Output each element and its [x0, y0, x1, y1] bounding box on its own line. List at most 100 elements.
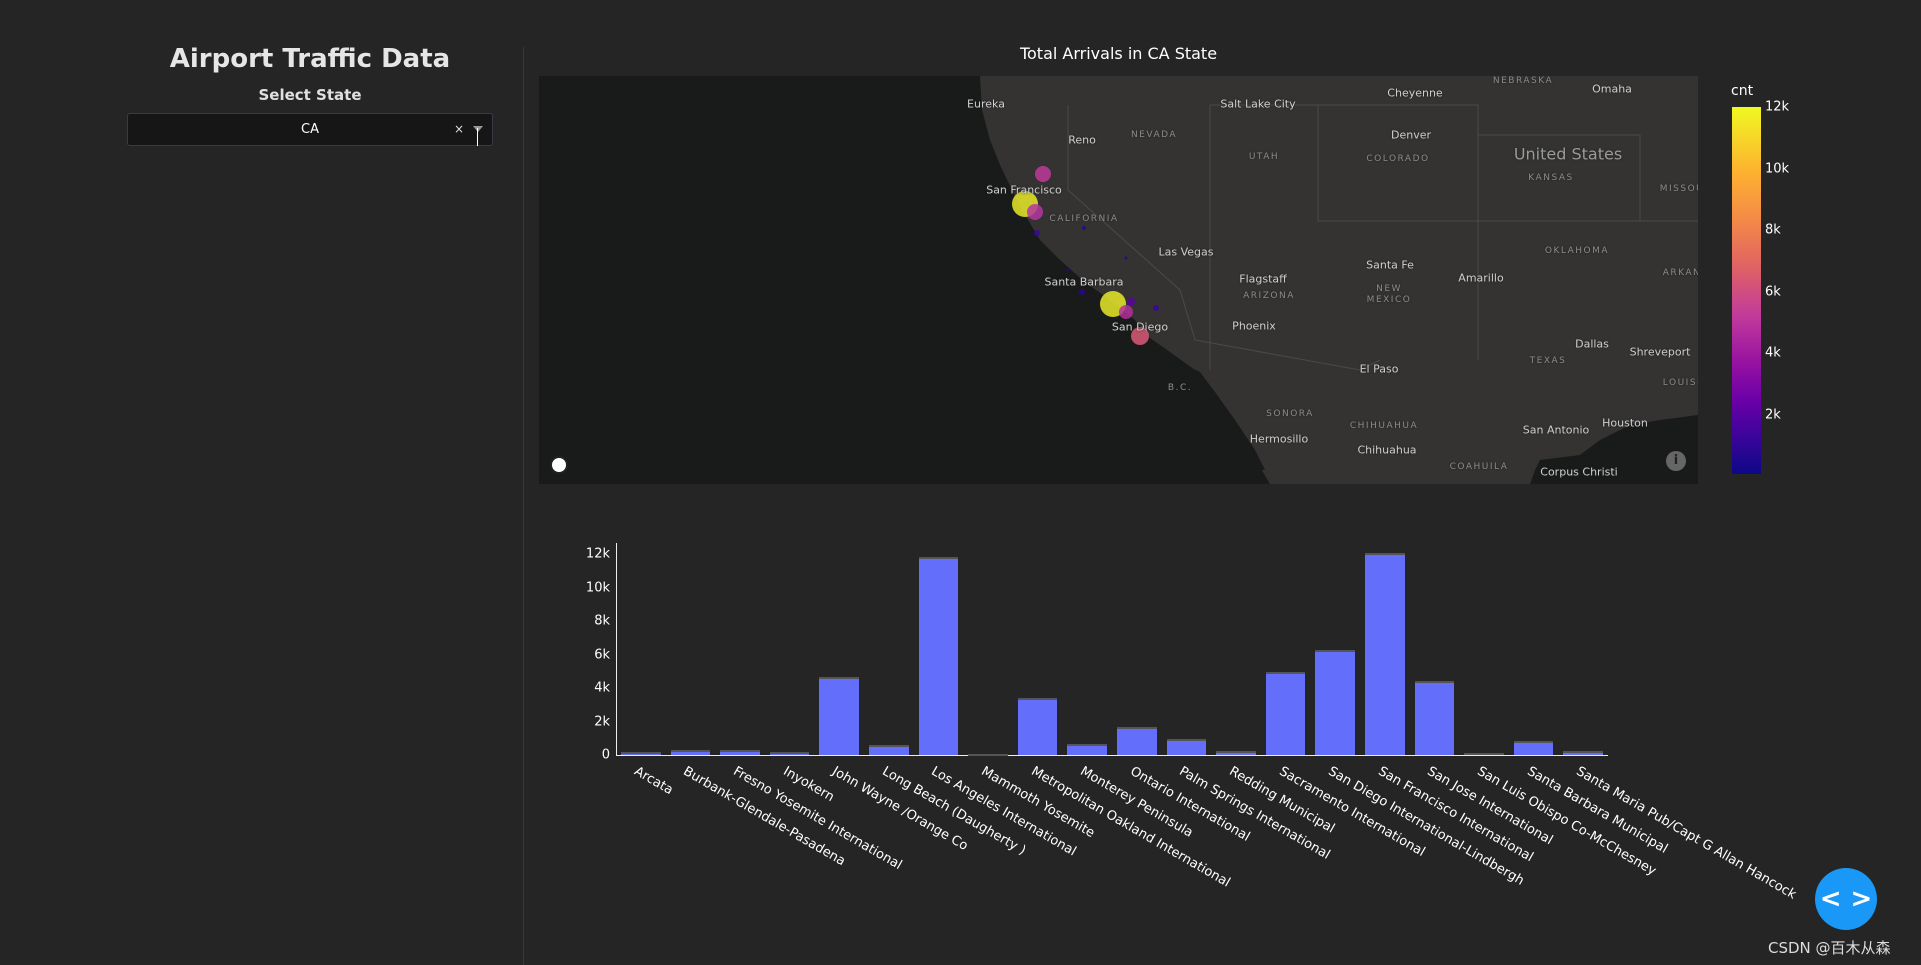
map-region-label: UTAH — [1248, 152, 1280, 162]
airport-marker[interactable] — [1119, 305, 1133, 319]
airport-marker[interactable] — [1035, 166, 1051, 182]
airport-marker[interactable] — [1034, 230, 1040, 236]
map-city-label: Las Vegas — [1158, 245, 1214, 259]
airport-marker[interactable] — [1079, 289, 1085, 295]
map-region-label: LOUISI — [1662, 378, 1698, 388]
map-city-label: Flagstaff — [1239, 272, 1287, 286]
colorbar-tick: 8k — [1765, 222, 1781, 238]
colorbar-title: cnt — [1731, 83, 1754, 99]
map-city-label: San Antonio — [1522, 423, 1590, 437]
map-city-label: Salt Lake City — [1220, 97, 1296, 111]
bar[interactable] — [1513, 740, 1554, 755]
x-tick-label: Arcata — [631, 764, 676, 799]
map-region-label: ARIZONA — [1243, 291, 1295, 301]
map-city-label: Santa Barbara — [1044, 275, 1124, 289]
map-city-label: Amarillo — [1458, 271, 1504, 285]
map-city-label: Chihuahua — [1357, 443, 1417, 457]
map-city-label: Reno — [1068, 133, 1096, 147]
bar[interactable] — [1216, 750, 1256, 755]
bar[interactable] — [1464, 752, 1504, 755]
map-region-label: CHIHUAHUA — [1349, 421, 1419, 431]
airport-marker[interactable] — [1082, 226, 1086, 230]
airport-marker[interactable] — [1027, 204, 1043, 220]
map-city-label: Santa Fe — [1366, 258, 1414, 272]
y-tick-label: 8k — [594, 613, 610, 629]
mapbox-logo-icon[interactable] — [550, 456, 568, 474]
airport-marker[interactable] — [1124, 256, 1128, 260]
map-region-label: COAHUILA — [1449, 462, 1509, 472]
bar[interactable] — [918, 556, 959, 755]
map-region-label: OKLAHOMA — [1544, 246, 1610, 256]
y-tick-label: 0 — [601, 747, 610, 763]
colorbar-tick: 12k — [1765, 99, 1790, 115]
map-region-label: ARKAN — [1662, 268, 1698, 278]
colorbar-tick: 10k — [1765, 161, 1790, 176]
divider — [523, 47, 524, 965]
map-region-label: TEXAS — [1529, 356, 1567, 366]
colorbar — [1732, 107, 1761, 474]
state-dropdown[interactable]: CA × — [127, 113, 493, 146]
bar[interactable] — [1067, 743, 1107, 755]
bar[interactable] — [1315, 649, 1355, 755]
map-region-label: CALIFORNIA — [1049, 214, 1119, 224]
map-region-label: NEBRASKA — [1492, 76, 1554, 86]
bar[interactable] — [769, 751, 810, 755]
map-title: Total Arrivals in CA State — [1019, 44, 1218, 63]
app-title: Airport Traffic Data — [169, 44, 451, 74]
map-region-label: SONORA — [1266, 409, 1314, 419]
map-city-label: Corpus Christi — [1540, 465, 1618, 479]
scatter-map[interactable]: Eureka Reno San Francisco Las Vegas Santa Ba… — [539, 76, 1698, 484]
info-icon[interactable]: i — [1666, 451, 1686, 471]
colorbar-tick: 4k — [1765, 345, 1781, 361]
colorbar-tick: 6k — [1765, 284, 1781, 299]
map-region-label: MISSOU — [1659, 184, 1698, 194]
state-dropdown-value: CA — [301, 122, 319, 137]
airport-marker[interactable] — [1066, 268, 1070, 272]
map-region-label: KANSAS — [1528, 173, 1574, 183]
y-tick-label: 10k — [585, 580, 610, 595]
bar[interactable] — [968, 753, 1008, 756]
map-city-label: Dallas — [1575, 337, 1609, 351]
y-tick-label: 2k — [594, 714, 610, 729]
map-region-label: COLORADO — [1366, 154, 1430, 164]
map-city-label: Eureka — [967, 97, 1005, 111]
clear-icon[interactable]: × — [454, 122, 464, 136]
map-city-label: El Paso — [1359, 362, 1399, 376]
map-region-label: MEXICO — [1366, 295, 1412, 305]
x-axis-line — [616, 755, 1608, 756]
bar[interactable] — [1414, 681, 1455, 755]
map-city-label: Houston — [1602, 416, 1648, 430]
bar[interactable] — [869, 745, 909, 755]
map-region-label: NEVADA — [1130, 130, 1178, 140]
chevron-down-icon[interactable] — [473, 126, 483, 132]
airport-marker[interactable] — [1153, 305, 1159, 311]
y-axis-line — [616, 543, 617, 756]
bar[interactable] — [819, 677, 859, 755]
bar[interactable] — [670, 749, 711, 755]
x-tick-label: Santa Maria Pub/Capt G Allan Hancock — [1573, 764, 1799, 903]
bar[interactable] — [1017, 697, 1058, 755]
map-city-label: Phoenix — [1232, 319, 1276, 333]
bar[interactable] — [720, 750, 760, 755]
bar[interactable] — [1365, 552, 1405, 755]
bar[interactable] — [1563, 750, 1603, 755]
y-tick-label: 12k — [585, 546, 610, 562]
bar[interactable] — [621, 752, 661, 755]
map-city-label: Cheyenne — [1387, 86, 1443, 100]
code-toggle-button[interactable]: < > — [1815, 868, 1877, 930]
map-city-label: Omaha — [1592, 82, 1632, 96]
y-tick-label: 6k — [594, 647, 610, 662]
map-city-label: San Diego — [1111, 320, 1169, 334]
bar[interactable] — [1166, 738, 1207, 755]
map-city-label: Denver — [1390, 128, 1432, 142]
colorbar-tick: 2k — [1765, 407, 1781, 422]
airport-marker[interactable] — [1127, 298, 1135, 306]
map-city-label: Hermosillo — [1249, 432, 1309, 446]
map-country-label: United States — [1513, 144, 1623, 164]
bar[interactable] — [1265, 671, 1306, 755]
bar[interactable] — [1117, 727, 1157, 755]
select-state-label: Select State — [258, 86, 362, 104]
y-tick-label: 4k — [594, 680, 610, 696]
map-region-label: NEW — [1376, 284, 1402, 294]
map-city-label: San Francisco — [986, 183, 1062, 197]
